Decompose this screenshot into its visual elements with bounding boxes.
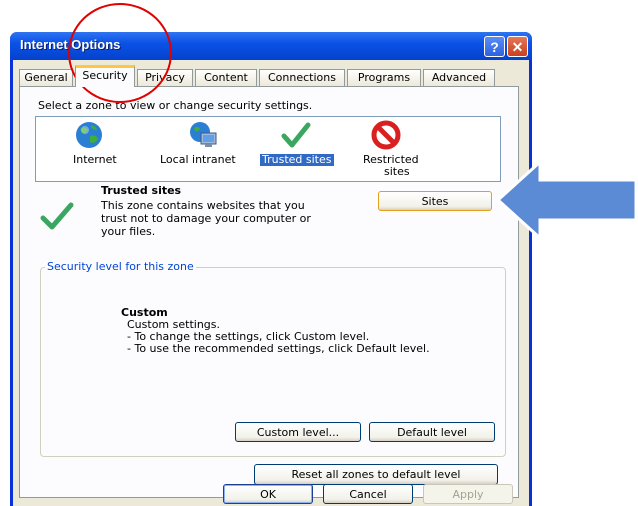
restricted-icon [371, 120, 401, 150]
zone-label-restricted-line2: sites [384, 165, 410, 178]
tab-programs[interactable]: Programs [347, 69, 421, 86]
security-level-legend: Security level for this zone [45, 260, 196, 273]
dialog-body: General Security Privacy Content Connect… [13, 60, 529, 506]
computer-globe-icon [190, 122, 217, 147]
tab-security[interactable]: Security [75, 65, 135, 87]
checkmark-icon [281, 122, 311, 148]
cancel-button[interactable]: Cancel [323, 484, 413, 504]
annotation-arrow-icon [496, 160, 638, 240]
dialog-footer: OK Cancel Apply [13, 472, 529, 506]
tab-content[interactable]: Content [195, 69, 257, 86]
selected-zone-description: This zone contains websites that you tru… [101, 199, 311, 238]
tab-advanced[interactable]: Advanced [423, 69, 495, 86]
help-button[interactable]: ? [484, 36, 505, 57]
zone-label-internet: Internet [73, 153, 117, 166]
security-tab-panel: Select a zone to view or change security… [19, 86, 519, 498]
security-level-details: Custom settings. - To change the setting… [127, 319, 430, 355]
trusted-sites-checkmark-icon [40, 202, 74, 230]
apply-button[interactable]: Apply [423, 484, 513, 504]
custom-level-button[interactable]: Custom level... [235, 422, 361, 442]
zone-instruction: Select a zone to view or change security… [38, 99, 313, 112]
close-button[interactable]: ✕ [507, 36, 528, 57]
description-line: your files. [101, 225, 156, 238]
zone-label-restricted-sites: Restricted sites [363, 154, 419, 178]
internet-options-window: Internet Options ? ✕ General Security Pr… [10, 32, 532, 506]
tab-strip: General Security Privacy Content Connect… [19, 65, 525, 87]
ok-button[interactable]: OK [223, 484, 313, 504]
description-line: trust not to damage your computer or [101, 212, 311, 225]
default-level-button[interactable]: Default level [369, 422, 495, 442]
zone-list: Internet Local intranet Trusted sites Re… [35, 116, 501, 182]
zone-label-local-intranet: Local intranet [160, 153, 236, 166]
level-detail-line: - To use the recommended settings, click… [127, 342, 430, 355]
description-line: This zone contains websites that you [101, 199, 305, 212]
security-level-group: Security level for this zone Custom Cust… [40, 260, 506, 457]
globe-icon [76, 122, 102, 148]
sites-button[interactable]: Sites [378, 191, 492, 211]
zone-label-trusted-sites: Trusted sites [260, 153, 334, 166]
annotation-red-circle [68, 3, 172, 103]
selected-zone-title: Trusted sites [101, 184, 182, 197]
tab-connections[interactable]: Connections [259, 69, 345, 86]
tab-general[interactable]: General [19, 69, 73, 86]
